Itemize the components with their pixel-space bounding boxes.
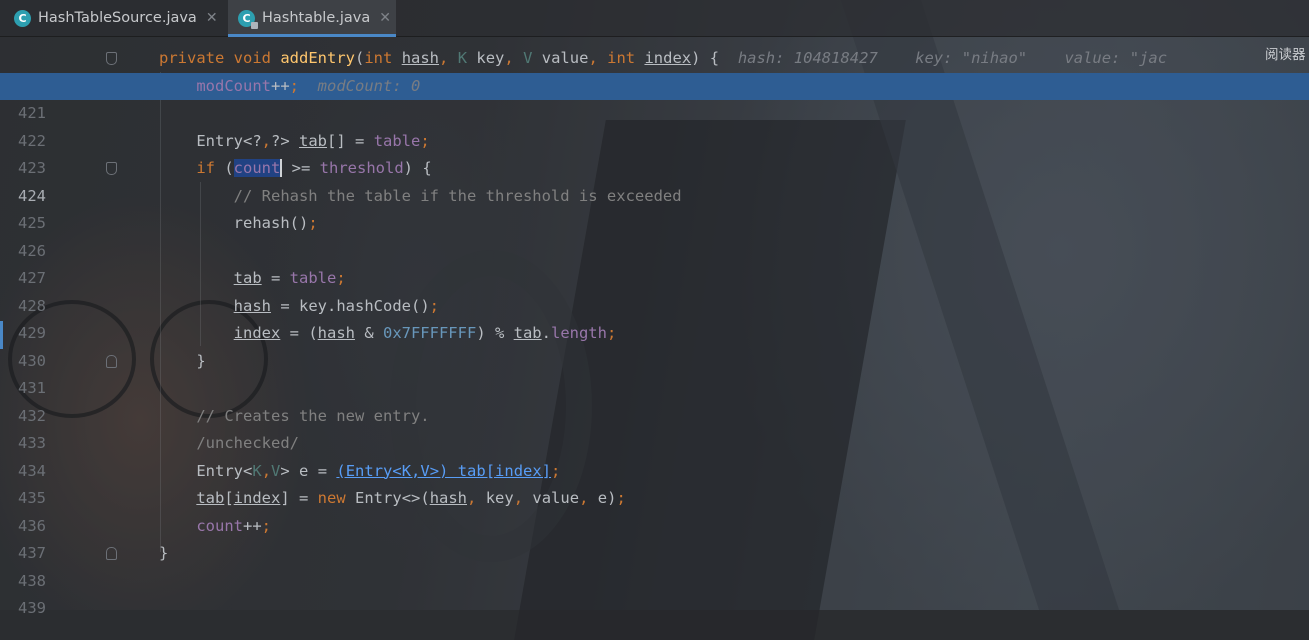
- code-line[interactable]: 425 // Rehash the table if the threshold…: [0, 183, 1309, 233]
- code-line[interactable]: 422: [0, 100, 1309, 150]
- editor-tab-bar: C HashTableSource.java ✕ C Hashtable.jav…: [0, 0, 1309, 37]
- unchecked-cast-link: (Entry<K,V>) tab[index]: [336, 461, 552, 480]
- debug-hint-key: key: "nihao": [915, 49, 1028, 67]
- code-line[interactable]: 438 }: [0, 540, 1309, 590]
- code-text: private void addEntry(int hash, K key, V…: [159, 49, 1168, 67]
- code-text: if (count >= threshold) {: [196, 159, 432, 177]
- code-line[interactable]: 423 Entry<?,?> tab[] = table;: [0, 128, 1309, 178]
- tab-hashtable[interactable]: C Hashtable.java ✕: [228, 0, 396, 37]
- close-icon[interactable]: ✕: [206, 10, 218, 26]
- code-line-execution-point[interactable]: 421 modCount++; modCount: 0: [0, 72, 1309, 122]
- code-line[interactable]: 431 }: [0, 348, 1309, 398]
- code-text: tab = table;: [233, 269, 346, 287]
- code-line[interactable]: 437 count++;: [0, 513, 1309, 563]
- code-text: Entry<K,V> e = (Entry<K,V>) tab[index];: [196, 461, 561, 480]
- debug-hint-value: value: "jac: [1064, 49, 1168, 67]
- code-text: hash = key.hashCode();: [233, 296, 439, 315]
- code-line[interactable]: 434 /unchecked/: [0, 430, 1309, 480]
- tab-label: HashTableSource.java: [38, 10, 197, 26]
- code-line[interactable]: 430 index = (hash & 0x7FFFFFFF) % tab.le…: [0, 320, 1309, 370]
- code-text: count++;: [196, 516, 272, 535]
- close-icon[interactable]: ✕: [379, 10, 391, 26]
- code-text: }: [159, 544, 169, 562]
- code-text: rehash();: [233, 214, 318, 232]
- code-text: // Creates the new entry.: [196, 406, 430, 425]
- code-line[interactable]: 433 // Creates the new entry.: [0, 403, 1309, 453]
- debug-hint-hash: hash: 104818427: [737, 49, 878, 67]
- code-line[interactable]: 426 rehash();: [0, 210, 1309, 260]
- code-line[interactable]: 432: [0, 375, 1309, 425]
- code-line[interactable]: 436 tab[index] = new Entry<>(hash, key, …: [0, 485, 1309, 535]
- code-text: modCount++; modCount: 0: [196, 76, 421, 95]
- code-text: Entry<?,?> tab[] = table;: [196, 131, 430, 150]
- line-number: 439: [18, 599, 46, 617]
- tab-hashtablesource[interactable]: C HashTableSource.java ✕: [14, 0, 226, 36]
- code-text: index = (hash & 0x7FFFFFFF) % tab.length…: [233, 324, 617, 342]
- code-line[interactable]: 428 tab = table;: [0, 265, 1309, 315]
- code-line[interactable]: 439: [0, 568, 1309, 617]
- code-line-current[interactable]: 424 if (count >= threshold) {: [0, 155, 1309, 205]
- class-c-icon: C: [14, 9, 31, 27]
- code-line[interactable]: 429 hash = key.hashCode();: [0, 293, 1309, 343]
- code-line[interactable]: 420 private void addEntry(int hash, K ke…: [0, 45, 1309, 95]
- code-text: }: [159, 351, 206, 370]
- code-line[interactable]: 435 Entry<K,V> e = (Entry<K,V>) tab[inde…: [0, 458, 1309, 508]
- class-c-locked-icon: C: [238, 9, 258, 29]
- debug-hint-modcount: modCount: 0: [317, 76, 421, 95]
- code-text: // Rehash the table if the threshold is …: [233, 186, 682, 205]
- code-line[interactable]: 427: [0, 238, 1309, 287]
- selected-token: count: [233, 159, 283, 177]
- code-text: /unchecked/: [196, 434, 299, 452]
- tab-label: Hashtable.java: [262, 10, 371, 26]
- code-text: tab[index] = new Entry<>(hash, key, valu…: [196, 489, 626, 507]
